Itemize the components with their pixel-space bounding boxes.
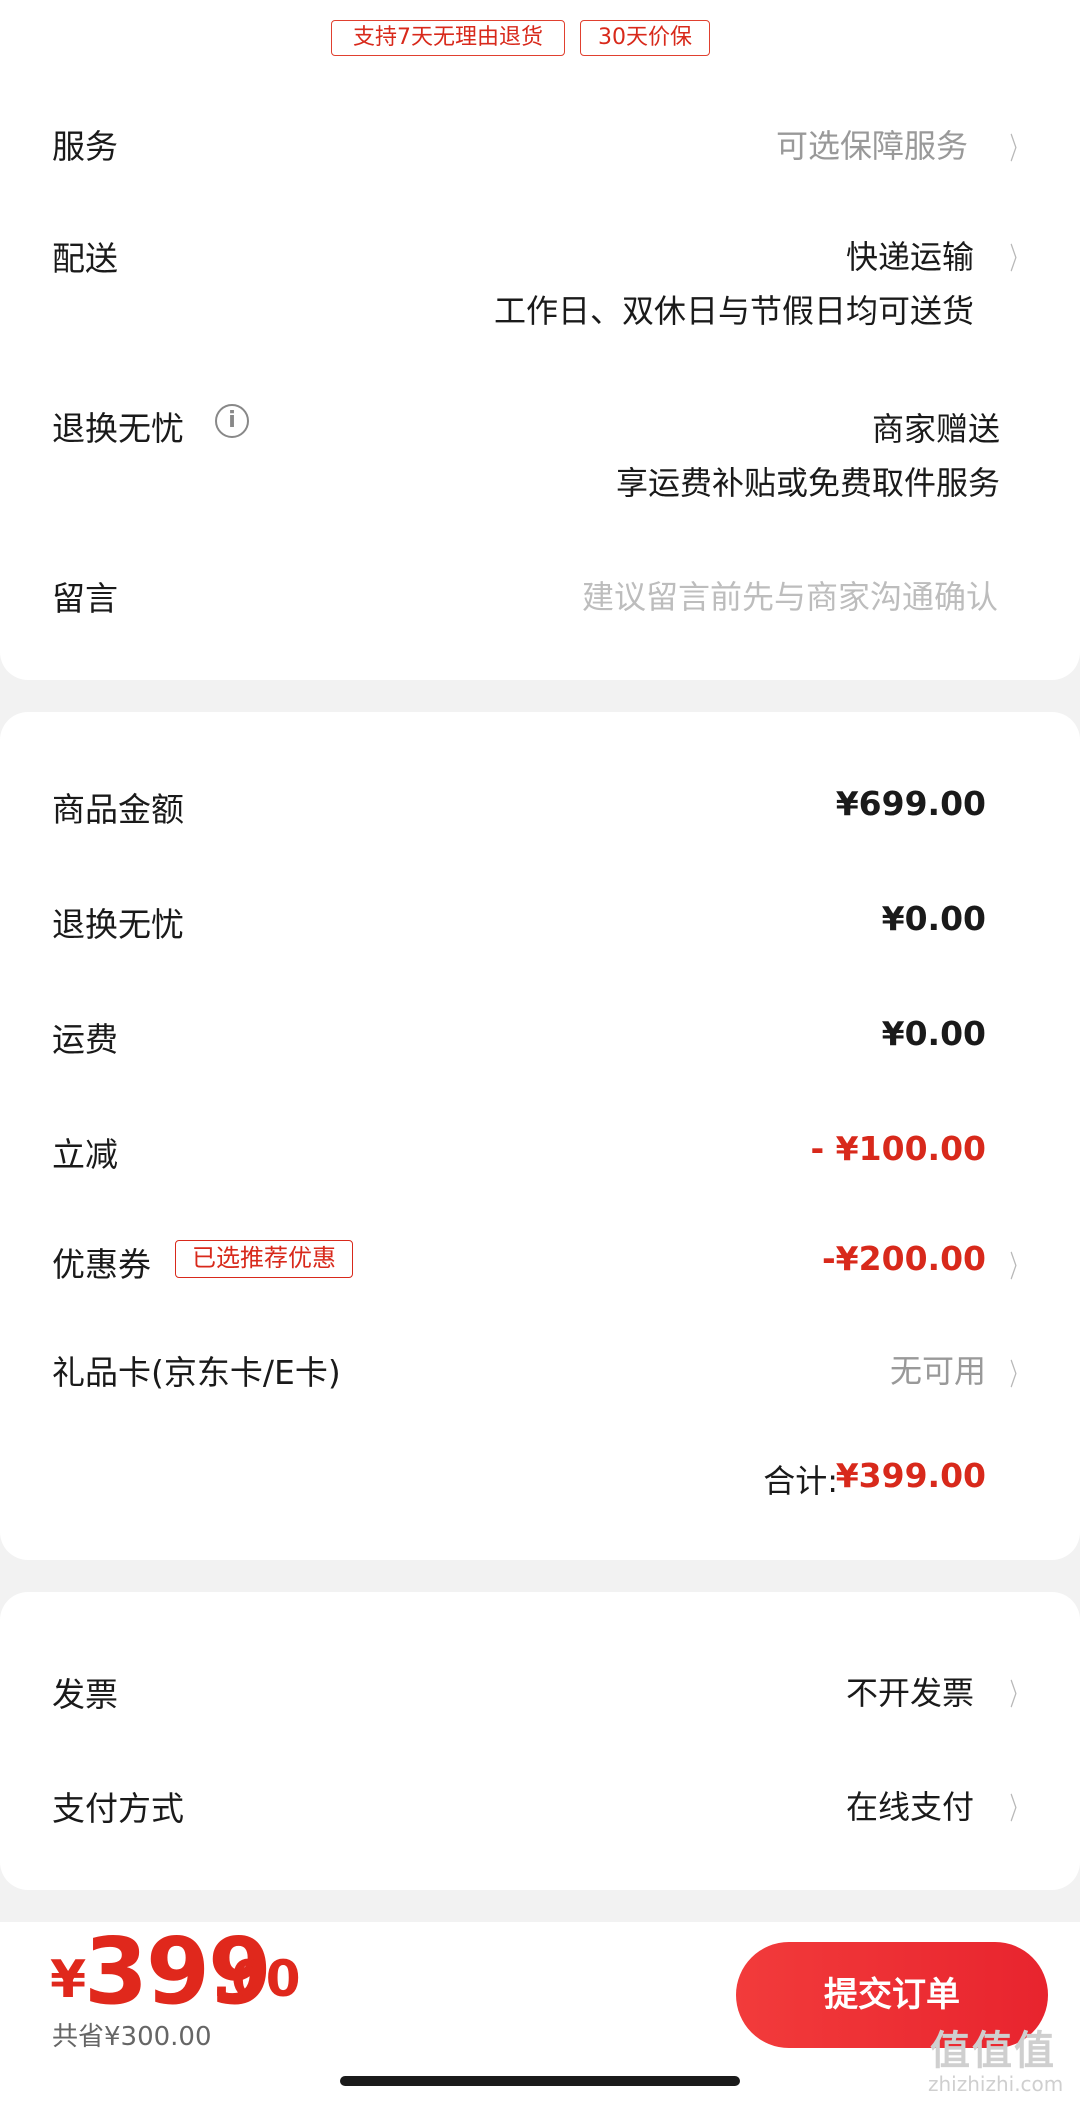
pay-price-decimal: .00 xyxy=(212,1950,301,2008)
coupon-selected-tag: 已选推荐优惠 xyxy=(175,1240,353,1278)
currency-symbol: ¥ xyxy=(50,1950,87,2010)
coupon-value: -¥200.00 xyxy=(821,1239,986,1278)
service-value: 可选保障服务 xyxy=(775,127,968,165)
home-indicator[interactable] xyxy=(340,2076,740,2086)
delivery-label: 配送 xyxy=(52,239,118,278)
giftcard-value: 无可用 xyxy=(889,1352,986,1390)
coupon-label: 优惠券 xyxy=(52,1245,151,1284)
chevron-right-icon: 〉 xyxy=(1009,1792,1027,1827)
return-worry-value: 商家赠送 xyxy=(871,410,1000,448)
total-value: ¥399.00 xyxy=(835,1456,986,1495)
instant-discount-label: 立减 xyxy=(52,1135,118,1174)
delivery-sub: 工作日、双休日与节假日均可送货 xyxy=(493,292,974,330)
shipping-label: 运费 xyxy=(52,1020,118,1059)
payment-label: 支付方式 xyxy=(52,1789,184,1828)
chevron-right-icon: 〉 xyxy=(1009,132,1027,167)
info-icon[interactable]: i xyxy=(215,404,249,438)
payment-value: 在线支付 xyxy=(845,1788,974,1826)
shipping-value: ¥0.00 xyxy=(881,1014,986,1053)
saved-amount: 共省¥300.00 xyxy=(52,2022,212,2052)
chevron-right-icon: 〉 xyxy=(1009,1678,1027,1713)
message-label: 留言 xyxy=(52,579,118,618)
goods-amount-label: 商品金额 xyxy=(52,790,184,829)
giftcard-label: 礼品卡(京东卡/E卡) xyxy=(52,1353,341,1392)
return-policy-tag: 支持7天无理由退货 xyxy=(331,20,565,56)
service-label: 服务 xyxy=(52,127,118,166)
return-worry-sub: 享运费补贴或免费取件服务 xyxy=(615,464,1000,502)
delivery-value: 快递运输 xyxy=(845,238,974,276)
price-protect-tag: 30天价保 xyxy=(580,20,710,56)
chevron-right-icon: 〉 xyxy=(1009,242,1027,277)
return-worry-label: 退换无忧 xyxy=(52,409,184,448)
watermark-url: zhizhizhi.com xyxy=(928,2072,1064,2096)
return-fee-value: ¥0.00 xyxy=(881,899,986,938)
message-input[interactable]: 建议留言前先与商家沟通确认 xyxy=(582,572,998,618)
chevron-right-icon: 〉 xyxy=(1009,1250,1027,1285)
watermark-logo: 值值值 xyxy=(930,2028,1056,2074)
goods-amount-value: ¥699.00 xyxy=(835,784,986,823)
invoice-payment-card xyxy=(0,1592,1080,1890)
instant-discount-value: - ¥100.00 xyxy=(810,1129,987,1168)
invoice-value: 不开发票 xyxy=(845,1674,974,1712)
return-fee-label: 退换无忧 xyxy=(52,905,184,944)
total-label: 合计: xyxy=(763,1462,838,1500)
chevron-right-icon: 〉 xyxy=(1009,1358,1027,1393)
invoice-label: 发票 xyxy=(52,1675,118,1714)
